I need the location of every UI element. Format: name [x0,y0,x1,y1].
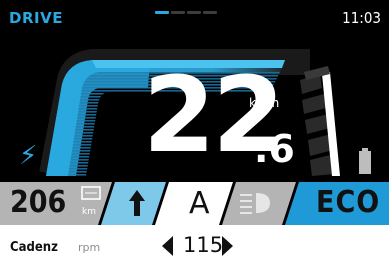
battery-icon [359,148,371,174]
charging-bolt-icon: ⚡ [19,141,38,171]
speed-decimal: .6 [254,127,295,171]
assist-mode-value: A [189,186,210,221]
next-arrow-icon[interactable] [221,236,233,256]
bike-display-screen: DRIVE 11:03 ⚡ 22 km/h .6 206 km A ECO Ca… [0,0,389,259]
speed-unit: km/h [249,96,280,110]
power-bar-gauge [300,66,340,176]
cadence-label: Cadenz [10,240,58,255]
drive-mode-value: ECO [316,185,381,220]
range-distance-value: 206 [10,185,67,220]
previous-arrow-icon[interactable] [162,236,174,256]
cadence-unit: rpm [78,241,101,254]
cadence-value: 115 [183,233,224,257]
range-distance-unit: km [82,207,96,217]
